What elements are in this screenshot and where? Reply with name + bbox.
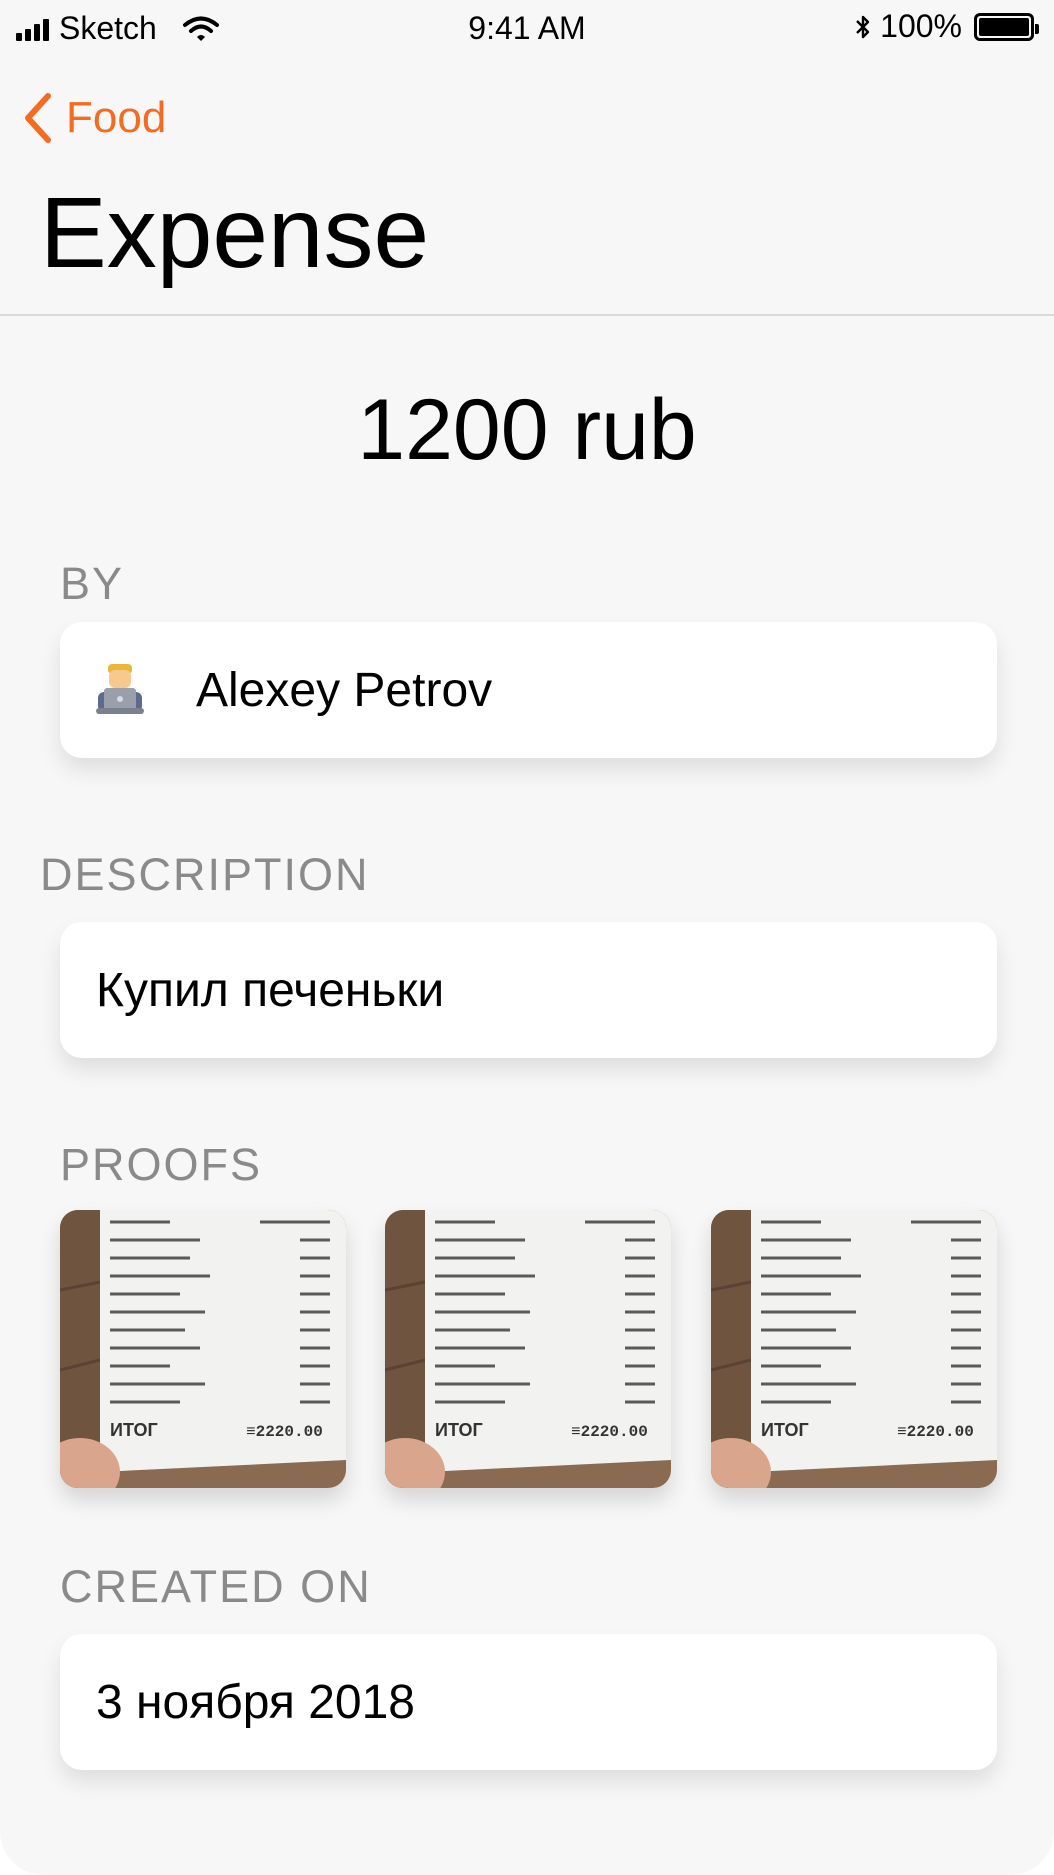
- description-card[interactable]: Купил печеньки: [60, 922, 997, 1058]
- proofs-section-label: PROOFS: [60, 1139, 263, 1190]
- receipt-photo: ИТОГ ≡2220.00: [711, 1210, 997, 1488]
- receipt-total-label: ИТОГ: [110, 1420, 158, 1440]
- created-on-date: 3 ноября 2018: [96, 1675, 415, 1729]
- receipt-total-label: ИТОГ: [435, 1420, 483, 1440]
- battery-icon: [974, 12, 1039, 41]
- receipt-total-value: ≡2220.00: [897, 1423, 974, 1441]
- expense-amount: 1200 rub: [357, 382, 697, 478]
- receipt-total-value: ≡2220.00: [571, 1423, 648, 1441]
- receipt-photo: ИТОГ ≡2220.00: [385, 1210, 671, 1488]
- expense-screen: Sketch 9:41 AM 100% Food Expense 1200 ru…: [0, 0, 1054, 1875]
- back-button-label: Food: [66, 93, 167, 142]
- bluetooth-icon: [856, 15, 870, 38]
- proof-image[interactable]: ИТОГ ≡2220.00: [385, 1210, 671, 1488]
- author-name: Alexey Petrov: [196, 663, 493, 717]
- by-card[interactable]: Alexey Petrov: [60, 622, 997, 758]
- proof-image[interactable]: ИТОГ ≡2220.00: [711, 1210, 997, 1488]
- description-section-label: DESCRIPTION: [40, 849, 370, 900]
- battery-fill: [979, 17, 1029, 36]
- receipt-total-value: ≡2220.00: [246, 1423, 323, 1441]
- created-on-card[interactable]: 3 ноября 2018: [60, 1634, 997, 1770]
- by-section-label: BY: [60, 558, 125, 609]
- back-button[interactable]: Food: [22, 92, 166, 144]
- proof-image[interactable]: ИТОГ ≡2220.00: [60, 1210, 346, 1488]
- status-bar-right: 100%: [854, 8, 1039, 45]
- description-text: Купил печеньки: [96, 963, 445, 1017]
- receipt-photo: ИТОГ ≡2220.00: [60, 1210, 346, 1488]
- page-title: Expense: [40, 177, 430, 289]
- status-bar: Sketch 9:41 AM 100%: [0, 0, 1054, 60]
- battery-percent: 100%: [880, 8, 962, 44]
- created-on-section-label: CREATED ON: [60, 1561, 372, 1612]
- header-divider: [0, 314, 1054, 316]
- technologist-emoji-icon: [96, 664, 144, 714]
- chevron-left-icon: [25, 93, 51, 143]
- receipt-total-label: ИТОГ: [761, 1420, 809, 1440]
- proofs-gallery: ИТОГ ≡2220.00 ИТОГ ≡2220.00 ИТОГ ≡2220.0…: [60, 1210, 997, 1488]
